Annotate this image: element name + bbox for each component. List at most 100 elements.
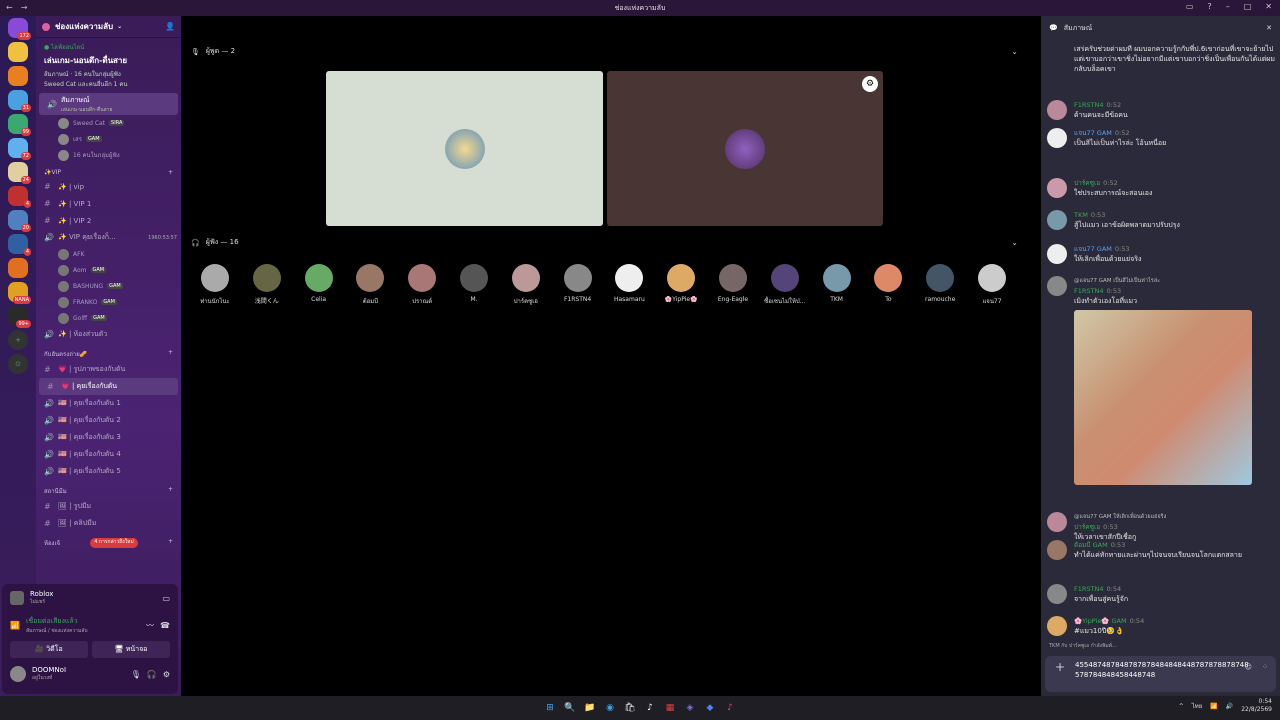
chat-message[interactable]: ต้อมบี GAM 0:53 ทำได้แค่ทักทายและผ่านๆไปจน… <box>1047 540 1275 560</box>
audience-member[interactable]: M. <box>450 264 498 303</box>
noise-icon[interactable]: 〰 <box>146 620 154 631</box>
discord-icon[interactable]: ◈ <box>683 701 697 715</box>
app-icon[interactable]: ◆ <box>703 701 717 715</box>
forward-icon[interactable]: → <box>21 3 28 12</box>
audience-member[interactable]: ท่านนักไนะ <box>191 264 239 306</box>
server-icon[interactable]: 4 <box>8 186 31 208</box>
apps-icon[interactable]: ⁘ <box>1262 662 1268 672</box>
volume-icon[interactable]: 🔊 <box>1226 703 1233 710</box>
chevron-down-icon[interactable]: ⌄ <box>1011 238 1018 247</box>
close-button[interactable]: ✕ <box>1265 2 1272 11</box>
channel-item[interactable]: 🔊 ✨ VIP คุยเรื่องก็... 1960:53:57 <box>36 229 181 246</box>
image-attachment[interactable] <box>1074 310 1252 485</box>
channel-item[interactable]: # 💗 | รูปภาพของกับดัน <box>36 361 181 378</box>
voice-user[interactable]: FRANKO GAM <box>36 294 181 310</box>
settings-icon[interactable]: ⚙ <box>862 76 878 92</box>
server-icon[interactable]: 24 <box>8 162 31 184</box>
folder-icon[interactable]: 📁 <box>583 701 597 715</box>
message-author[interactable]: F1RSTN4 <box>1074 101 1104 109</box>
mic-icon[interactable]: 🎙 <box>131 670 141 679</box>
message-author[interactable]: F1RSTN4 <box>1074 287 1104 295</box>
avatar[interactable] <box>10 666 26 682</box>
channel-item[interactable]: # ✨ | vip <box>36 178 181 195</box>
plus-icon[interactable]: + <box>168 486 173 496</box>
server-icon[interactable]: 20 <box>8 210 31 232</box>
screen-button[interactable]: 🖥 หน้าจอ <box>92 641 170 658</box>
screen-share-icon[interactable]: ▭ <box>162 594 170 603</box>
voice-user[interactable]: Aom GAM <box>36 262 181 278</box>
channel-item[interactable]: 🔊 🇺🇸 | คุยเรื่องกับดัน 3 <box>36 429 181 446</box>
audience-member[interactable]: ปราณต์ <box>398 264 446 306</box>
chat-message[interactable]: TKM 0:53 สู้ไปแมว เอาข้อผิดพลาดมาปรับปรุง <box>1047 210 1275 230</box>
audience-member[interactable]: Hasamaru <box>605 264 653 303</box>
category-2[interactable]: กับอันตรงถ่าย🥜 + <box>36 343 181 361</box>
message-author[interactable]: ปาร์คซูเอ <box>1074 523 1100 531</box>
audience-member[interactable]: 浅間くん <box>243 264 291 305</box>
channel-item[interactable]: # ✨ | VIP 2 <box>36 212 181 229</box>
message-author[interactable]: TKM <box>1074 211 1088 219</box>
message-author[interactable]: ต้อมบี GAM <box>1074 541 1108 549</box>
voice-user[interactable]: เสร GAM <box>36 131 181 147</box>
server-icon[interactable]: 172 <box>8 18 31 40</box>
speaker-tile[interactable] <box>326 71 603 226</box>
audience-header[interactable]: 🎧 ผู้ฟัง — 16 <box>191 237 239 248</box>
language-icon[interactable]: ไทย <box>1192 701 1203 711</box>
minimize-button[interactable]: – <box>1226 2 1230 11</box>
audience-member[interactable]: แจน77 <box>968 264 1016 306</box>
live-event[interactable]: ● ไลฟ์ออนไลน์ เล่นเกม-นอนดึก-ตื่นสาย ส้ม… <box>36 38 181 93</box>
message-author[interactable]: แจน77 GAM <box>1074 129 1112 137</box>
audience-member[interactable]: ปาร์คซูเอ <box>502 264 550 306</box>
plus-icon[interactable]: + <box>168 349 173 359</box>
message-author[interactable]: 🌸YipPie🌸 GAM <box>1074 617 1127 625</box>
maximize-button[interactable]: □ <box>1244 2 1252 11</box>
edge-icon[interactable]: ◉ <box>603 701 617 715</box>
plus-icon[interactable]: + <box>1055 661 1065 673</box>
emoji-icon[interactable]: ☺ <box>1245 662 1252 672</box>
explore-icon[interactable]: ⊙ <box>8 354 28 374</box>
game-activity[interactable]: Roblox ไม่แชร์ ▭ <box>2 584 178 612</box>
audience-member[interactable]: TKM <box>813 264 861 303</box>
channel-item[interactable]: # ✨ | VIP 1 <box>36 195 181 212</box>
search-icon[interactable]: 🔍 <box>563 701 577 715</box>
chevron-up-icon[interactable]: ^ <box>1179 703 1184 710</box>
server-icon[interactable]: NANA <box>8 282 31 304</box>
chevron-down-icon[interactable]: ⌄ <box>1011 47 1018 56</box>
message-input[interactable]: + 45548748784878787848484844878787887874… <box>1045 656 1276 692</box>
calendar-icon[interactable]: ▦ <box>663 701 677 715</box>
voice-user[interactable]: Sweed Cat SIRA <box>36 115 181 131</box>
audience-member[interactable]: To <box>864 264 912 303</box>
server-header[interactable]: ช่องแห่งความลับ ⌄ 👤 <box>36 16 181 38</box>
back-icon[interactable]: ← <box>6 3 13 12</box>
voice-user[interactable]: Golff GAM <box>36 310 181 326</box>
tiktok-icon-2[interactable]: ♪ <box>723 701 737 715</box>
voice-user[interactable]: AFK <box>36 246 181 262</box>
clock[interactable]: 0:54 22/8/2569 <box>1241 698 1272 714</box>
close-icon[interactable]: ✕ <box>1266 24 1272 32</box>
server-icon[interactable] <box>8 258 28 278</box>
chat-message[interactable]: ปาร์คซูเอ 0:52 ใช่ประสบการณ์จะสอนเอง <box>1047 178 1275 198</box>
voice-user[interactable]: 16 คนในกลุ่มผู้ฟัง <box>36 147 181 163</box>
server-icon[interactable]: 31 <box>8 90 31 112</box>
channel-item[interactable]: 🔊 🇺🇸 | คุยเรื่องกับดัน 4 <box>36 446 181 463</box>
channel-item[interactable]: 🔊 🇺🇸 | คุยเรื่องกับดัน 1 <box>36 395 181 412</box>
channel-item[interactable]: 🔊 🇺🇸 | คุยเรื่องกับดัน 2 <box>36 412 181 429</box>
chat-message[interactable]: เสร่ครับช่วยด่าผมที ผมบอกความรู้กกับพี่ป… <box>1047 44 1275 74</box>
speakers-header[interactable]: 🎙 ผู้พูด — 2 <box>191 46 235 57</box>
category-3[interactable]: สถานีมีม + <box>36 480 181 498</box>
tiktok-icon[interactable]: ♪ <box>643 701 657 715</box>
channel-item[interactable]: 🔊 🇺🇸 | คุยเรื่องกับดัน 5 <box>36 463 181 480</box>
plus-icon[interactable]: + <box>168 169 173 176</box>
category-4[interactable]: ห้องเจ้ 4 การกล่าวถึงใหม่ + <box>36 532 181 550</box>
chat-message[interactable]: @แจน77 GAM ให้เลิกเพื่อนด้วยแย่จริง ปาร์ค… <box>1047 512 1275 542</box>
gear-icon[interactable]: ⚙ <box>163 670 170 679</box>
category-vip[interactable]: ✨VIP + <box>36 163 181 178</box>
plus-icon[interactable]: + <box>168 538 173 548</box>
channel-private[interactable]: 🔊 ✨ | ห้องส่วนตัว <box>36 326 181 343</box>
help-icon[interactable]: ? <box>1207 2 1211 11</box>
chat-message[interactable]: 🌸YipPie🌸 GAM 0:54 #แมว10ปี🥹👌 <box>1047 616 1275 636</box>
audience-member[interactable]: ramouche <box>916 264 964 303</box>
chat-message[interactable]: F1RSTN4 0:52 ด้านคนจะมีข้อคน <box>1047 100 1275 120</box>
add-server-icon[interactable]: + <box>8 330 28 350</box>
audience-member[interactable]: ต้อมบี <box>346 264 394 306</box>
headphones-icon[interactable]: 🎧 <box>147 670 157 679</box>
